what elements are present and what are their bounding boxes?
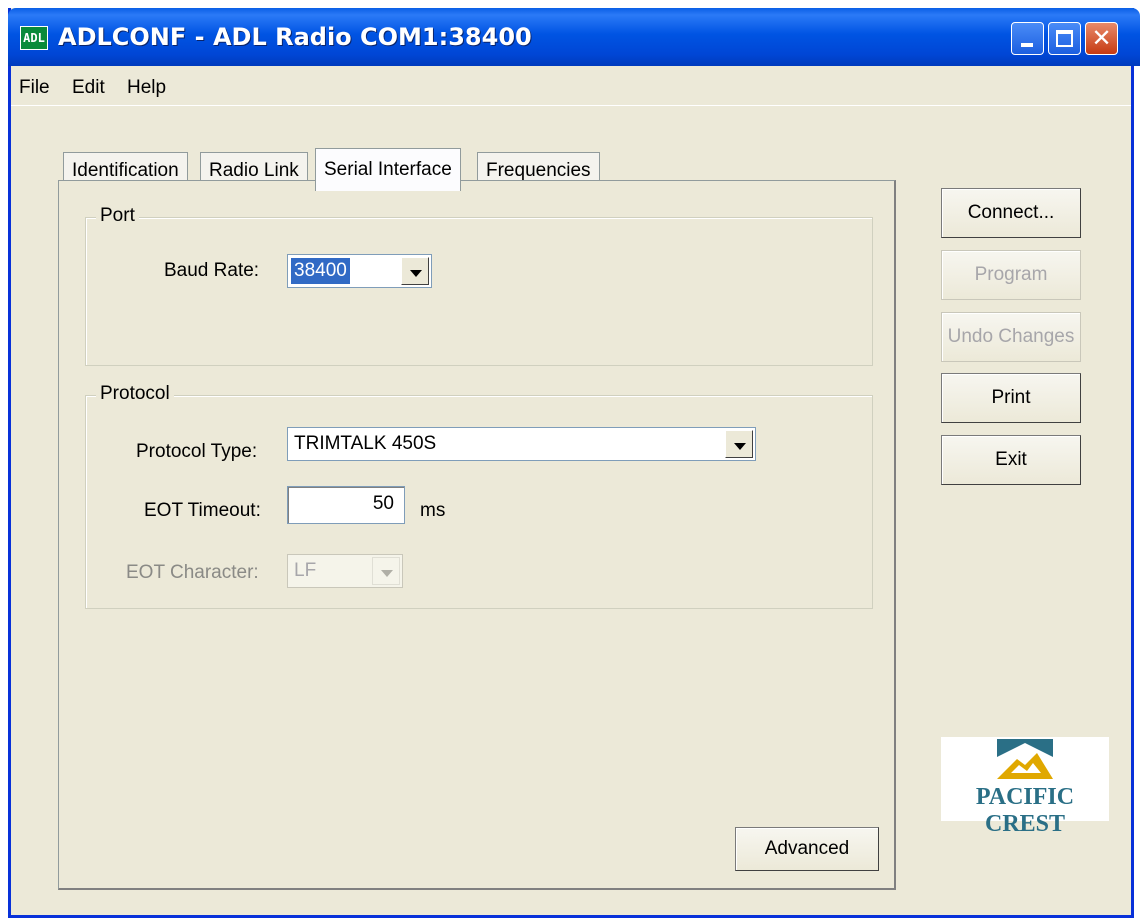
protocol-type-label: Protocol Type: (136, 441, 258, 462)
menu-file[interactable]: File (19, 77, 50, 99)
close-icon: ✕ (1091, 24, 1112, 52)
protocol-type-value: TRIMTALK 450S (294, 433, 437, 454)
minimize-icon (1021, 43, 1033, 47)
chevron-down-icon[interactable] (401, 257, 429, 285)
baud-rate-label: Baud Rate: (164, 260, 260, 281)
chevron-down-icon (372, 557, 400, 585)
baud-rate-select[interactable]: 38400 (287, 254, 432, 288)
maximize-button[interactable] (1048, 22, 1081, 55)
eot-character-select: LF (287, 554, 403, 588)
eot-timeout-field[interactable]: 50 (287, 486, 405, 524)
eot-character-label: EOT Character: (126, 562, 259, 583)
logo-text: PACIFIC CREST (975, 784, 1075, 837)
tab-serial-interface[interactable]: Serial Interface (315, 148, 461, 191)
menu-bar: File Edit Help (11, 66, 1131, 106)
serial-interface-panel: Port Baud Rate: 38400 Protocol Protocol … (58, 180, 896, 890)
pacific-crest-logo: PACIFIC CREST (941, 737, 1109, 837)
menu-edit[interactable]: Edit (72, 77, 105, 99)
baud-rate-value: 38400 (291, 258, 350, 284)
app-window: ADL ADLCONF - ADL Radio COM1:38400 ✕ Fil… (8, 8, 1140, 918)
minimize-button[interactable] (1011, 22, 1044, 55)
menu-help[interactable]: Help (127, 77, 166, 99)
app-icon: ADL (20, 26, 48, 50)
protocol-group-title: Protocol (96, 383, 174, 405)
title-bar[interactable]: ADL ADLCONF - ADL Radio COM1:38400 ✕ (8, 8, 1140, 66)
eot-character-value: LF (294, 560, 317, 581)
maximize-icon (1056, 30, 1073, 47)
port-group-title: Port (96, 205, 139, 227)
print-button[interactable]: Print (941, 373, 1081, 423)
connect-button[interactable]: Connect... (941, 188, 1081, 238)
chevron-down-icon[interactable] (725, 430, 753, 458)
undo-changes-button: Undo Changes (941, 312, 1081, 362)
window-title: ADLCONF - ADL Radio COM1:38400 (58, 23, 532, 51)
eot-timeout-label: EOT Timeout: (144, 500, 261, 521)
protocol-type-select[interactable]: TRIMTALK 450S (287, 427, 756, 461)
close-button[interactable]: ✕ (1085, 22, 1118, 55)
eot-timeout-unit: ms (420, 500, 446, 521)
program-button: Program (941, 250, 1081, 300)
advanced-button[interactable]: Advanced (735, 827, 879, 871)
port-group: Port (85, 205, 873, 366)
mountain-logo-icon (997, 739, 1053, 779)
exit-button[interactable]: Exit (941, 435, 1081, 485)
